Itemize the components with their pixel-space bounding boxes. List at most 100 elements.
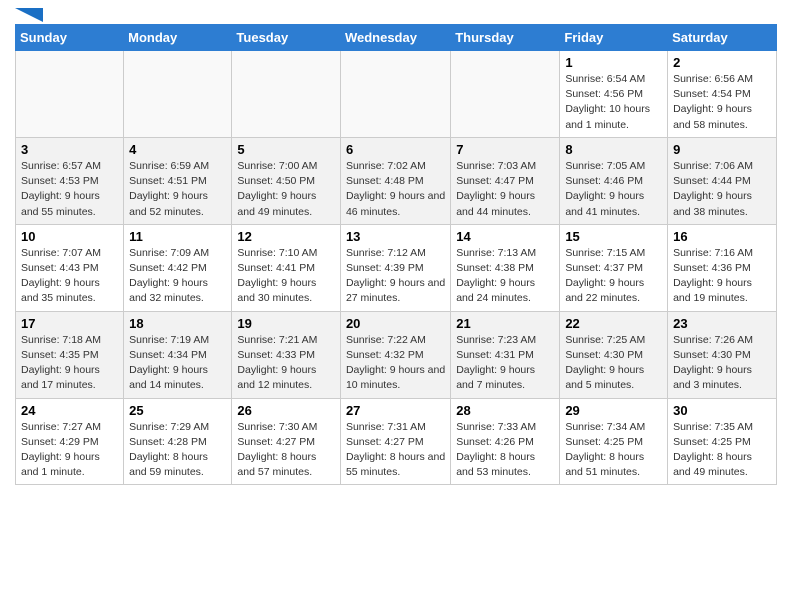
calendar-header-monday: Monday [124, 25, 232, 51]
day-number: 12 [237, 229, 335, 244]
day-info: Sunrise: 7:09 AMSunset: 4:42 PMDaylight:… [129, 246, 226, 307]
calendar-week-row: 1 Sunrise: 6:54 AMSunset: 4:56 PMDaylight… [16, 51, 777, 138]
day-info: Sunrise: 6:54 AMSunset: 4:56 PMDaylight:… [565, 72, 662, 133]
calendar-cell: 29 Sunrise: 7:34 AMSunset: 4:25 PMDayligh… [560, 398, 668, 485]
day-info: Sunrise: 7:13 AMSunset: 4:38 PMDaylight:… [456, 246, 554, 307]
calendar-cell: 19 Sunrise: 7:21 AMSunset: 4:33 PMDayligh… [232, 311, 341, 398]
day-number: 11 [129, 229, 226, 244]
day-info: Sunrise: 6:57 AMSunset: 4:53 PMDaylight:… [21, 159, 118, 220]
calendar-cell: 13 Sunrise: 7:12 AMSunset: 4:39 PMDayligh… [340, 224, 450, 311]
calendar-cell [340, 51, 450, 138]
calendar-cell: 12 Sunrise: 7:10 AMSunset: 4:41 PMDayligh… [232, 224, 341, 311]
calendar-week-row: 3 Sunrise: 6:57 AMSunset: 4:53 PMDaylight… [16, 137, 777, 224]
day-number: 13 [346, 229, 445, 244]
day-number: 25 [129, 403, 226, 418]
calendar-week-row: 24 Sunrise: 7:27 AMSunset: 4:29 PMDayligh… [16, 398, 777, 485]
calendar-cell: 25 Sunrise: 7:29 AMSunset: 4:28 PMDayligh… [124, 398, 232, 485]
calendar-cell: 4 Sunrise: 6:59 AMSunset: 4:51 PMDaylight… [124, 137, 232, 224]
calendar-header-row: SundayMondayTuesdayWednesdayThursdayFrid… [16, 25, 777, 51]
day-number: 27 [346, 403, 445, 418]
day-info: Sunrise: 7:19 AMSunset: 4:34 PMDaylight:… [129, 333, 226, 394]
calendar-cell: 16 Sunrise: 7:16 AMSunset: 4:36 PMDayligh… [668, 224, 777, 311]
day-info: Sunrise: 7:02 AMSunset: 4:48 PMDaylight:… [346, 159, 445, 220]
calendar-cell: 14 Sunrise: 7:13 AMSunset: 4:38 PMDayligh… [451, 224, 560, 311]
day-number: 8 [565, 142, 662, 157]
day-number: 2 [673, 55, 771, 70]
day-info: Sunrise: 7:35 AMSunset: 4:25 PMDaylight:… [673, 420, 771, 481]
day-info: Sunrise: 7:06 AMSunset: 4:44 PMDaylight:… [673, 159, 771, 220]
day-number: 17 [21, 316, 118, 331]
calendar-cell: 9 Sunrise: 7:06 AMSunset: 4:44 PMDaylight… [668, 137, 777, 224]
calendar-header-thursday: Thursday [451, 25, 560, 51]
calendar-cell: 3 Sunrise: 6:57 AMSunset: 4:53 PMDaylight… [16, 137, 124, 224]
day-info: Sunrise: 7:16 AMSunset: 4:36 PMDaylight:… [673, 246, 771, 307]
calendar-cell: 24 Sunrise: 7:27 AMSunset: 4:29 PMDayligh… [16, 398, 124, 485]
day-number: 22 [565, 316, 662, 331]
day-info: Sunrise: 7:29 AMSunset: 4:28 PMDaylight:… [129, 420, 226, 481]
day-number: 29 [565, 403, 662, 418]
day-info: Sunrise: 7:30 AMSunset: 4:27 PMDaylight:… [237, 420, 335, 481]
day-info: Sunrise: 7:23 AMSunset: 4:31 PMDaylight:… [456, 333, 554, 394]
day-info: Sunrise: 7:31 AMSunset: 4:27 PMDaylight:… [346, 420, 445, 481]
calendar-header-friday: Friday [560, 25, 668, 51]
day-number: 19 [237, 316, 335, 331]
calendar-cell: 11 Sunrise: 7:09 AMSunset: 4:42 PMDayligh… [124, 224, 232, 311]
calendar-cell: 10 Sunrise: 7:07 AMSunset: 4:43 PMDayligh… [16, 224, 124, 311]
day-number: 7 [456, 142, 554, 157]
day-number: 30 [673, 403, 771, 418]
calendar-header-wednesday: Wednesday [340, 25, 450, 51]
day-number: 5 [237, 142, 335, 157]
day-number: 3 [21, 142, 118, 157]
day-info: Sunrise: 7:22 AMSunset: 4:32 PMDaylight:… [346, 333, 445, 394]
day-number: 21 [456, 316, 554, 331]
calendar-cell: 22Sunrise: 7:25 AMSunset: 4:30 PMDayligh… [560, 311, 668, 398]
day-number: 9 [673, 142, 771, 157]
day-info: Sunrise: 7:05 AMSunset: 4:46 PMDaylight:… [565, 159, 662, 220]
calendar-cell: 17Sunrise: 7:18 AMSunset: 4:35 PMDayligh… [16, 311, 124, 398]
calendar-header-sunday: Sunday [16, 25, 124, 51]
calendar-cell [124, 51, 232, 138]
calendar-header-saturday: Saturday [668, 25, 777, 51]
calendar-cell: 18 Sunrise: 7:19 AMSunset: 4:34 PMDayligh… [124, 311, 232, 398]
calendar-cell: 28Sunrise: 7:33 AMSunset: 4:26 PMDayligh… [451, 398, 560, 485]
calendar-cell: 27 Sunrise: 7:31 AMSunset: 4:27 PMDayligh… [340, 398, 450, 485]
day-number: 18 [129, 316, 226, 331]
day-info: Sunrise: 7:15 AMSunset: 4:37 PMDaylight:… [565, 246, 662, 307]
logo-icon [15, 8, 43, 22]
day-number: 24 [21, 403, 118, 418]
calendar-cell: 26Sunrise: 7:30 AMSunset: 4:27 PMDayligh… [232, 398, 341, 485]
calendar-cell: 30 Sunrise: 7:35 AMSunset: 4:25 PMDayligh… [668, 398, 777, 485]
calendar-cell: 20 Sunrise: 7:22 AMSunset: 4:32 PMDayligh… [340, 311, 450, 398]
calendar-cell: 8 Sunrise: 7:05 AMSunset: 4:46 PMDaylight… [560, 137, 668, 224]
day-number: 1 [565, 55, 662, 70]
calendar-cell: 5 Sunrise: 7:00 AMSunset: 4:50 PMDaylight… [232, 137, 341, 224]
day-number: 28 [456, 403, 554, 418]
day-number: 6 [346, 142, 445, 157]
day-number: 10 [21, 229, 118, 244]
calendar-week-row: 10 Sunrise: 7:07 AMSunset: 4:43 PMDayligh… [16, 224, 777, 311]
calendar-cell [16, 51, 124, 138]
day-info: Sunrise: 6:59 AMSunset: 4:51 PMDaylight:… [129, 159, 226, 220]
day-number: 20 [346, 316, 445, 331]
day-info: Sunrise: 7:26 AMSunset: 4:30 PMDaylight:… [673, 333, 771, 394]
day-number: 14 [456, 229, 554, 244]
day-info: Sunrise: 7:27 AMSunset: 4:29 PMDaylight:… [21, 420, 118, 481]
day-info: Sunrise: 7:00 AMSunset: 4:50 PMDaylight:… [237, 159, 335, 220]
day-info: Sunrise: 7:34 AMSunset: 4:25 PMDaylight:… [565, 420, 662, 481]
logo [15, 10, 43, 16]
calendar-cell: 1 Sunrise: 6:54 AMSunset: 4:56 PMDaylight… [560, 51, 668, 138]
calendar-cell [451, 51, 560, 138]
day-info: Sunrise: 6:56 AMSunset: 4:54 PMDaylight:… [673, 72, 771, 133]
page: SundayMondayTuesdayWednesdayThursdayFrid… [0, 0, 792, 495]
day-info: Sunrise: 7:12 AMSunset: 4:39 PMDaylight:… [346, 246, 445, 307]
day-info: Sunrise: 7:21 AMSunset: 4:33 PMDaylight:… [237, 333, 335, 394]
calendar-cell: 21 Sunrise: 7:23 AMSunset: 4:31 PMDayligh… [451, 311, 560, 398]
day-number: 4 [129, 142, 226, 157]
day-info: Sunrise: 7:10 AMSunset: 4:41 PMDaylight:… [237, 246, 335, 307]
day-info: Sunrise: 7:07 AMSunset: 4:43 PMDaylight:… [21, 246, 118, 307]
day-number: 16 [673, 229, 771, 244]
calendar-header-tuesday: Tuesday [232, 25, 341, 51]
calendar-cell: 6 Sunrise: 7:02 AMSunset: 4:48 PMDaylight… [340, 137, 450, 224]
day-number: 23 [673, 316, 771, 331]
calendar-cell [232, 51, 341, 138]
